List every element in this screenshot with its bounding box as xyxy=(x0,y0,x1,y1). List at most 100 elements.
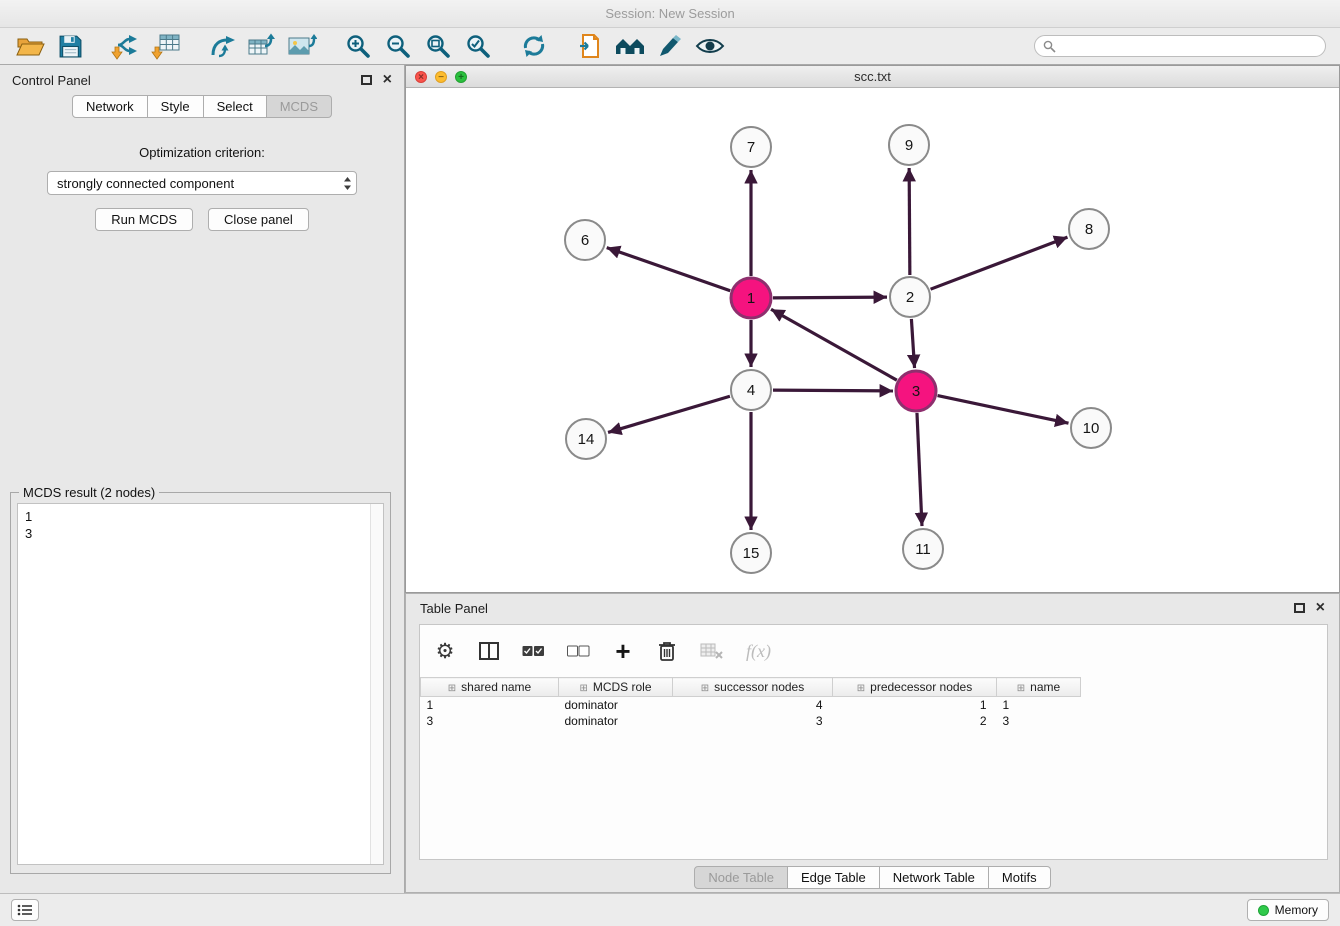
open-document-button[interactable] xyxy=(572,30,608,62)
graph-edge-4-14[interactable] xyxy=(608,396,730,432)
mcds-result-box[interactable]: 1 3 xyxy=(17,503,384,865)
delete-table-button[interactable] xyxy=(700,636,724,666)
table-cell[interactable]: 2 xyxy=(833,713,997,729)
import-network-button[interactable] xyxy=(108,30,144,62)
table-cell[interactable]: 1 xyxy=(997,697,1081,714)
graph-edge-1-6[interactable] xyxy=(607,248,731,291)
graph-edge-3-1[interactable] xyxy=(771,309,897,380)
network-arrows-button[interactable] xyxy=(204,30,240,62)
table-cell[interactable]: 1 xyxy=(421,697,559,714)
graph-edge-4-3[interactable] xyxy=(773,390,893,391)
zoom-in-button[interactable] xyxy=(340,30,376,62)
close-window-button[interactable]: × xyxy=(415,71,427,83)
table-cell[interactable]: 3 xyxy=(997,713,1081,729)
table-row[interactable]: 1dominator411 xyxy=(421,697,1081,714)
function-builder-button[interactable]: f(x) xyxy=(746,636,771,666)
eye-icon xyxy=(695,35,725,57)
zoom-fit-button[interactable] xyxy=(420,30,456,62)
tab-select[interactable]: Select xyxy=(204,95,267,118)
column-grid-icon: ⊞ xyxy=(579,683,587,694)
column-header-shared-name[interactable]: ⊞shared name xyxy=(421,678,559,697)
zoom-fit-icon xyxy=(425,33,451,59)
export-table-button[interactable] xyxy=(244,30,280,62)
export-image-button[interactable] xyxy=(284,30,320,62)
paint-brush-icon xyxy=(657,33,683,59)
create-column-button[interactable]: + xyxy=(612,636,634,666)
column-header-label: successor nodes xyxy=(714,680,804,694)
graph-edge-1-2[interactable] xyxy=(773,297,887,298)
select-all-columns-button[interactable] xyxy=(522,636,545,666)
save-session-button[interactable] xyxy=(52,30,88,62)
column-header-MCDS-role[interactable]: ⊞MCDS role xyxy=(559,678,673,697)
style-brush-button[interactable] xyxy=(652,30,688,62)
fx-icon: f(x) xyxy=(746,641,771,662)
network-view-window: scc.txt × − + 7968124314101511 xyxy=(405,65,1340,593)
graph-node-label: 10 xyxy=(1083,420,1100,437)
close-table-panel-icon[interactable]: × xyxy=(1316,600,1325,616)
task-history-button[interactable] xyxy=(11,899,39,921)
graph-edge-3-10[interactable] xyxy=(938,396,1069,424)
graph-edge-2-3[interactable] xyxy=(911,319,914,368)
unselect-all-columns-button[interactable] xyxy=(567,636,590,666)
traffic-lights: × − + xyxy=(415,71,467,83)
open-file-button[interactable] xyxy=(12,30,48,62)
graph-node-label: 11 xyxy=(915,541,931,558)
memory-button[interactable]: Memory xyxy=(1247,899,1329,921)
refresh-view-button[interactable] xyxy=(516,30,552,62)
network-canvas[interactable]: 7968124314101511 xyxy=(406,88,1339,592)
table-cell[interactable]: 3 xyxy=(421,713,559,729)
close-panel-button[interactable]: Close panel xyxy=(208,208,309,231)
tab-motifs[interactable]: Motifs xyxy=(989,866,1051,889)
float-panel-icon[interactable] xyxy=(361,75,372,85)
mcds-result-lines: 1 3 xyxy=(18,504,370,864)
mcds-buttons-row: Run MCDS Close panel xyxy=(0,208,404,231)
table-cell[interactable]: 3 xyxy=(673,713,833,729)
zoom-out-icon xyxy=(385,33,411,59)
minimize-window-button[interactable]: − xyxy=(435,71,447,83)
table-cell[interactable]: 4 xyxy=(673,697,833,714)
column-header-name[interactable]: ⊞name xyxy=(997,678,1081,697)
toolbar-search-field[interactable] xyxy=(1034,35,1326,57)
close-panel-icon[interactable]: × xyxy=(383,72,392,88)
graph-node-label: 2 xyxy=(906,289,914,306)
zoom-out-button[interactable] xyxy=(380,30,416,62)
tab-style[interactable]: Style xyxy=(148,95,204,118)
float-table-panel-icon[interactable] xyxy=(1294,603,1305,613)
optimization-criterion-select[interactable]: strongly connected component xyxy=(47,171,357,195)
graph-node-label: 6 xyxy=(581,232,589,249)
show-columns-button[interactable] xyxy=(478,636,500,666)
network-window-titlebar[interactable]: scc.txt × − + xyxy=(406,66,1339,88)
table-settings-button[interactable]: ⚙ xyxy=(434,636,456,666)
tab-node-table[interactable]: Node Table xyxy=(694,866,788,889)
graph-edge-3-11[interactable] xyxy=(917,413,922,526)
table-cell[interactable]: dominator xyxy=(559,697,673,714)
result-scrollbar[interactable] xyxy=(370,504,383,864)
graph-edge-2-9[interactable] xyxy=(909,168,910,275)
tab-mcds[interactable]: MCDS xyxy=(267,95,332,118)
graph-edge-2-8[interactable] xyxy=(931,237,1068,289)
run-mcds-button[interactable]: Run MCDS xyxy=(95,208,193,231)
zoom-window-button[interactable]: + xyxy=(455,71,467,83)
column-header-predecessor-nodes[interactable]: ⊞predecessor nodes xyxy=(833,678,997,697)
optimization-criterion-label: Optimization criterion: xyxy=(0,145,404,160)
table-toolbar: ⚙ xyxy=(420,625,1327,677)
tab-network[interactable]: Network xyxy=(72,95,148,118)
network-graph[interactable]: 7968124314101511 xyxy=(406,88,1339,592)
table-row[interactable]: 3dominator323 xyxy=(421,713,1081,729)
window-titlebar[interactable]: Session: New Session xyxy=(0,0,1340,28)
search-input[interactable] xyxy=(1061,39,1317,53)
zoom-selected-button[interactable] xyxy=(460,30,496,62)
column-header-successor-nodes[interactable]: ⊞successor nodes xyxy=(673,678,833,697)
control-panel-header: Control Panel × xyxy=(0,65,404,95)
mcds-result-title: MCDS result (2 nodes) xyxy=(19,485,159,500)
import-table-button[interactable] xyxy=(148,30,184,62)
node-table: ⊞shared name⊞MCDS role⊞successor nodes⊞p… xyxy=(420,677,1081,729)
tab-network-table[interactable]: Network Table xyxy=(880,866,989,889)
tab-edge-table[interactable]: Edge Table xyxy=(788,866,880,889)
table-cell[interactable]: 1 xyxy=(833,697,997,714)
delete-column-button[interactable] xyxy=(656,636,678,666)
home-pages-button[interactable] xyxy=(612,30,648,62)
show-hide-view-button[interactable] xyxy=(692,30,728,62)
table-cell[interactable]: dominator xyxy=(559,713,673,729)
image-arrow-icon xyxy=(287,33,317,59)
